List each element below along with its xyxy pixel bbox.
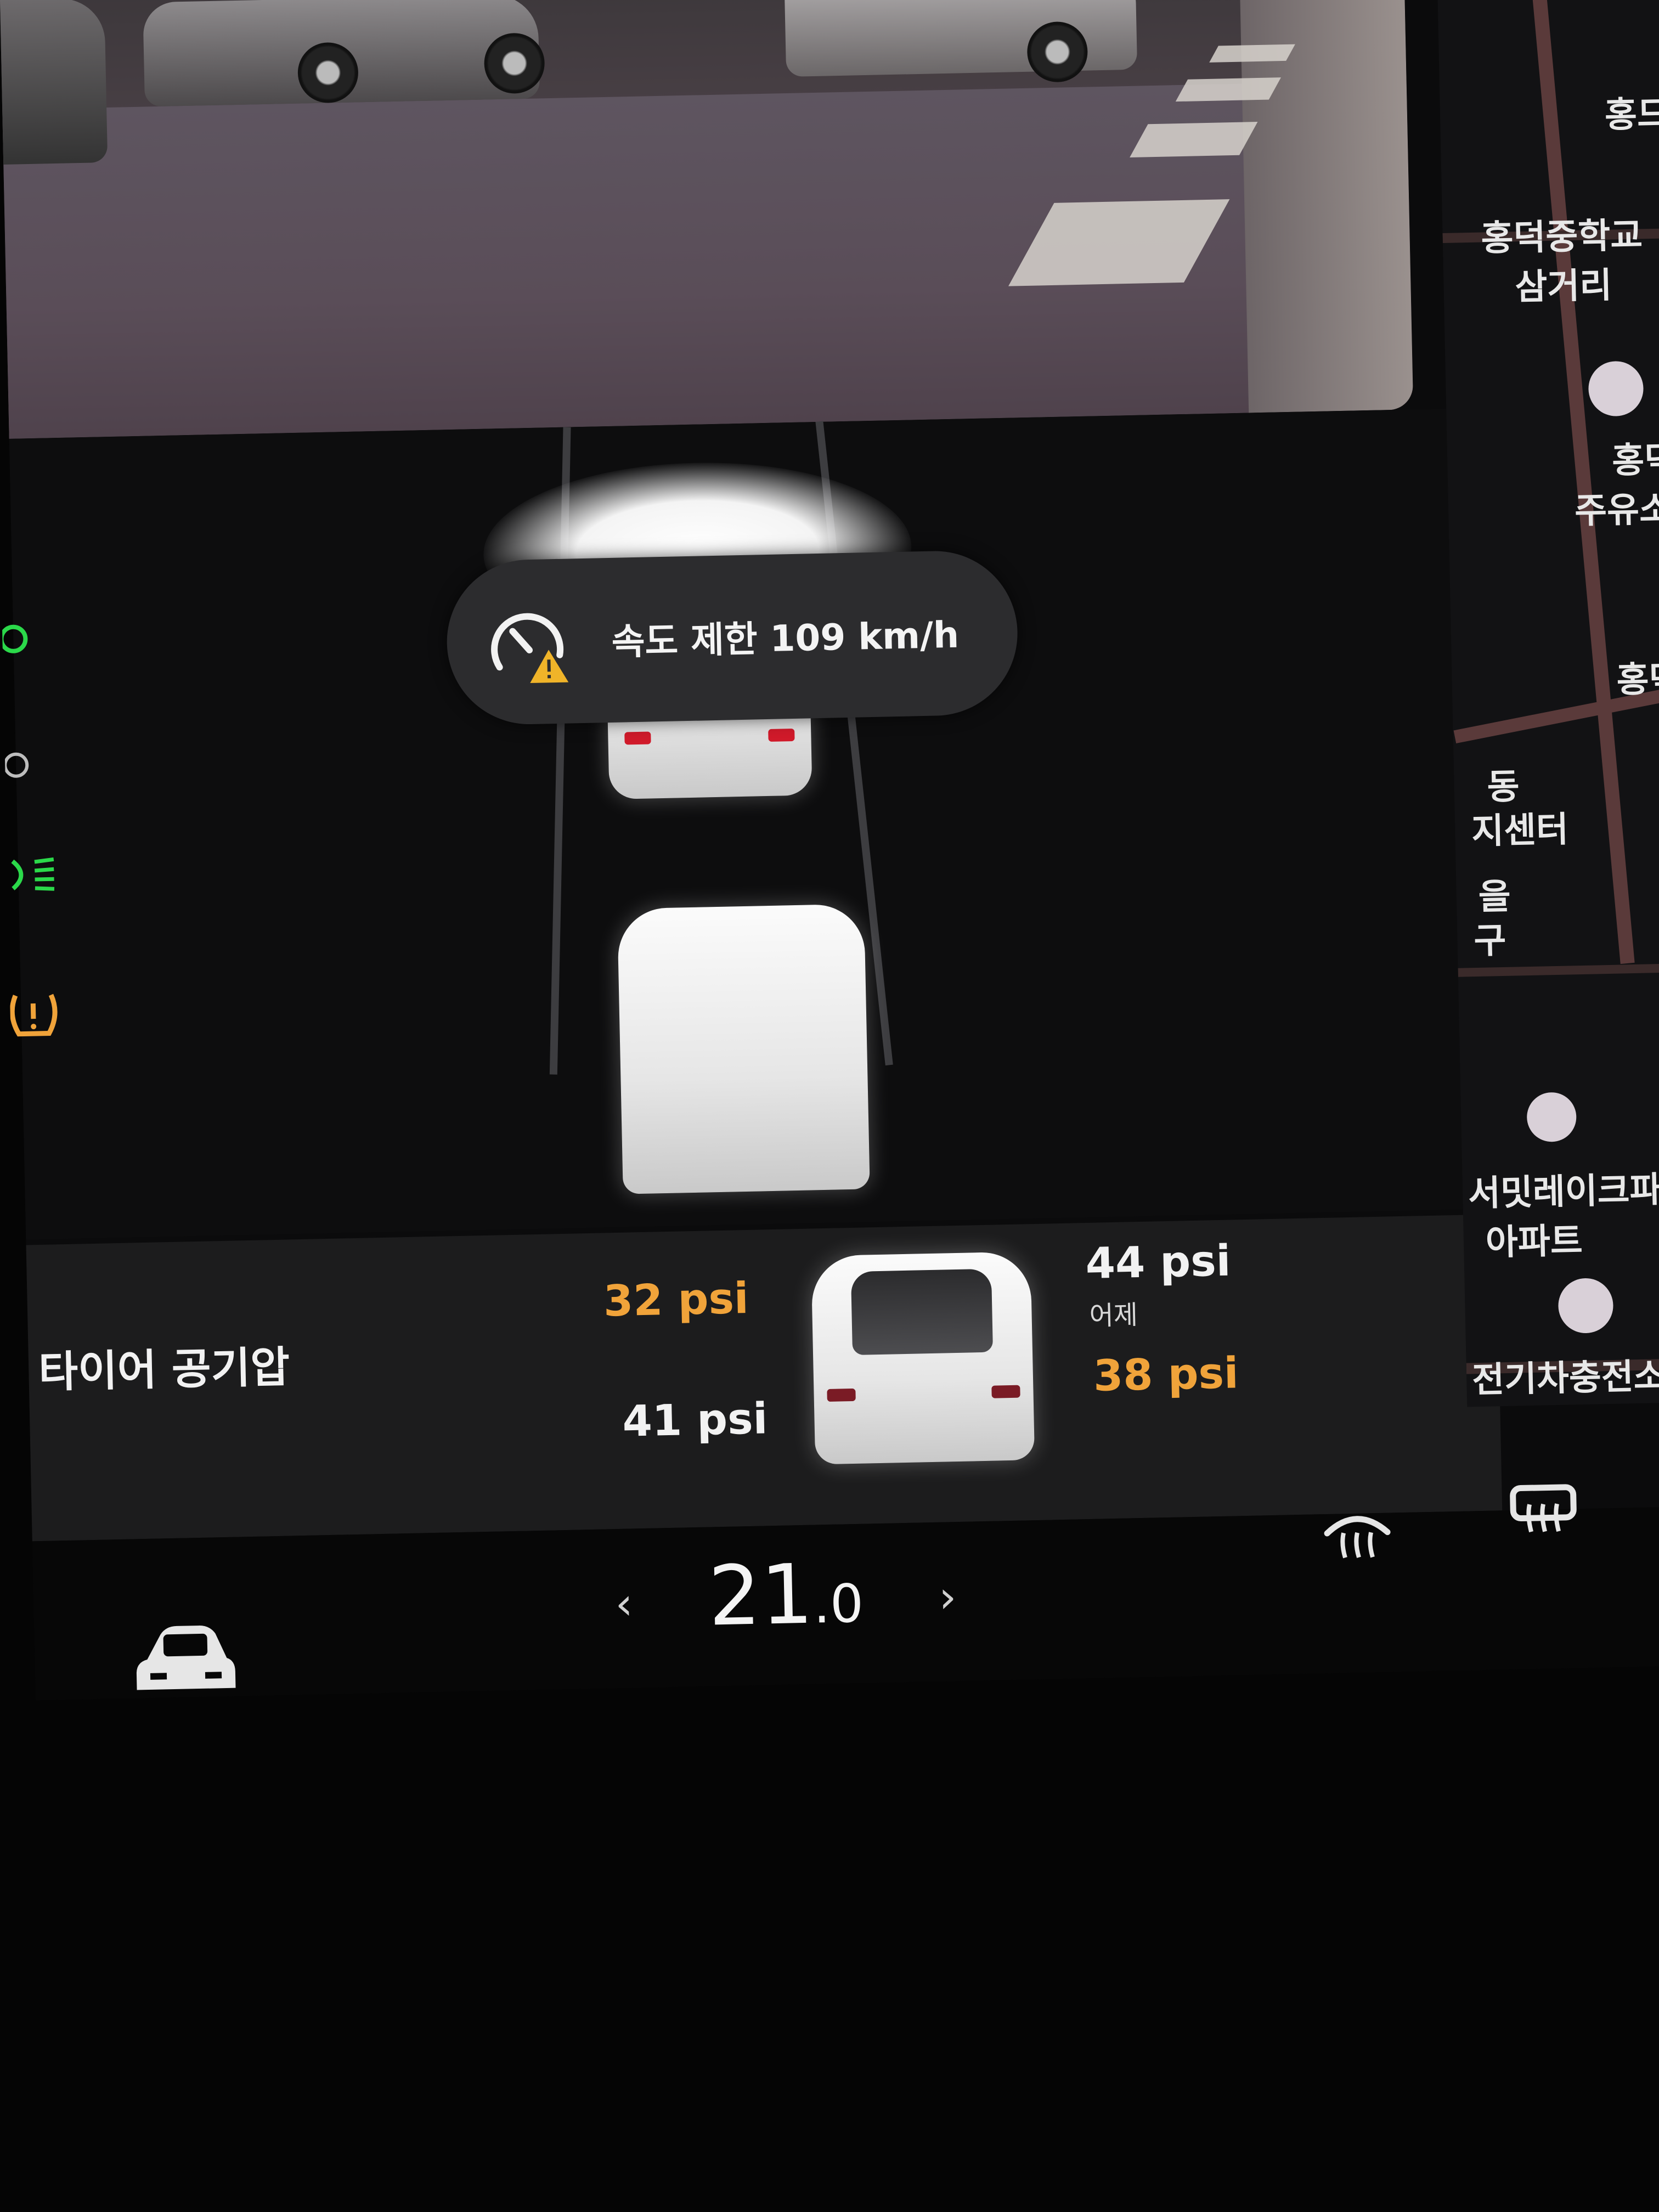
car-icon[interactable] [133, 1620, 239, 1699]
map-label-12: 아파트 [1485, 1221, 1583, 1263]
map-label-5: 주유소 [1574, 489, 1659, 532]
temperature-decimal: .0 [812, 1572, 865, 1635]
vehicle-screen: 속도 제한 109 km/h 타이어 공기압 32 psi 41 psi 44 … [0, 0, 1659, 1701]
building-icon[interactable] [1526, 1092, 1577, 1143]
charging-station-icon[interactable] [1558, 1277, 1614, 1334]
headlight-icon [11, 857, 55, 891]
driving-visualization [2, 408, 1485, 1240]
map-label-1: 홍드 [1604, 94, 1659, 136]
map-label-2: 홍덕중학교 [1480, 215, 1643, 259]
map-label-3: 삼거리 [1514, 265, 1612, 308]
rear-right-pressure: 38 psi [1093, 1348, 1239, 1401]
temperature-decrease-button[interactable]: ‹ [615, 1578, 634, 1629]
temperature-display: 21.0 [707, 1546, 864, 1645]
status-ring-icon [4, 752, 29, 778]
map-label-6: 홍덕 [1616, 659, 1659, 701]
tire-pressure-warning-icon [9, 994, 58, 1037]
map-label-9: 을 [1478, 876, 1511, 918]
rear-left-pressure: 41 psi [622, 1394, 769, 1447]
temperature-increase-button[interactable]: › [938, 1571, 957, 1623]
temperature-whole: 21 [707, 1547, 814, 1645]
speed-limit-toast[interactable]: 속도 제한 109 km/h [445, 549, 1019, 726]
tire-diagram-car [811, 1251, 1035, 1465]
map-label-8: 지센터 [1471, 809, 1569, 853]
map-label-11: 서밋레이크파 [1468, 1170, 1659, 1215]
front-right-note: 어제 [1089, 1300, 1138, 1331]
front-right-pressure: 44 psi [1085, 1236, 1232, 1289]
rear-defrost-icon[interactable] [1507, 1481, 1579, 1543]
ego-vehicle [617, 904, 870, 1194]
speed-limit-warning-icon [491, 613, 569, 684]
tire-pressure-panel[interactable]: 타이어 공기압 32 psi 41 psi 44 psi 어제 38 psi [26, 1214, 1503, 1542]
front-left-pressure: 32 psi [602, 1273, 749, 1327]
front-defrost-icon[interactable] [1321, 1507, 1393, 1569]
camera-feed [0, 0, 1414, 439]
status-indicator-icon [2, 624, 28, 653]
speed-limit-label: 속도 제한 109 km/h [611, 613, 960, 663]
tire-pressure-title: 타이어 공기압 [38, 1342, 290, 1398]
fuel-station-icon[interactable] [1588, 360, 1644, 417]
navigation-map[interactable]: 홍드 홍덕중학교 삼거리 홍덕 주유소 홍덕 동 지센터 을 구 서밋레이크파 … [1436, 0, 1659, 1407]
map-label-13: 전기차충전소 [1471, 1356, 1659, 1401]
map-label-10: 구 [1473, 920, 1507, 962]
map-label-4: 홍덕 [1611, 439, 1659, 482]
